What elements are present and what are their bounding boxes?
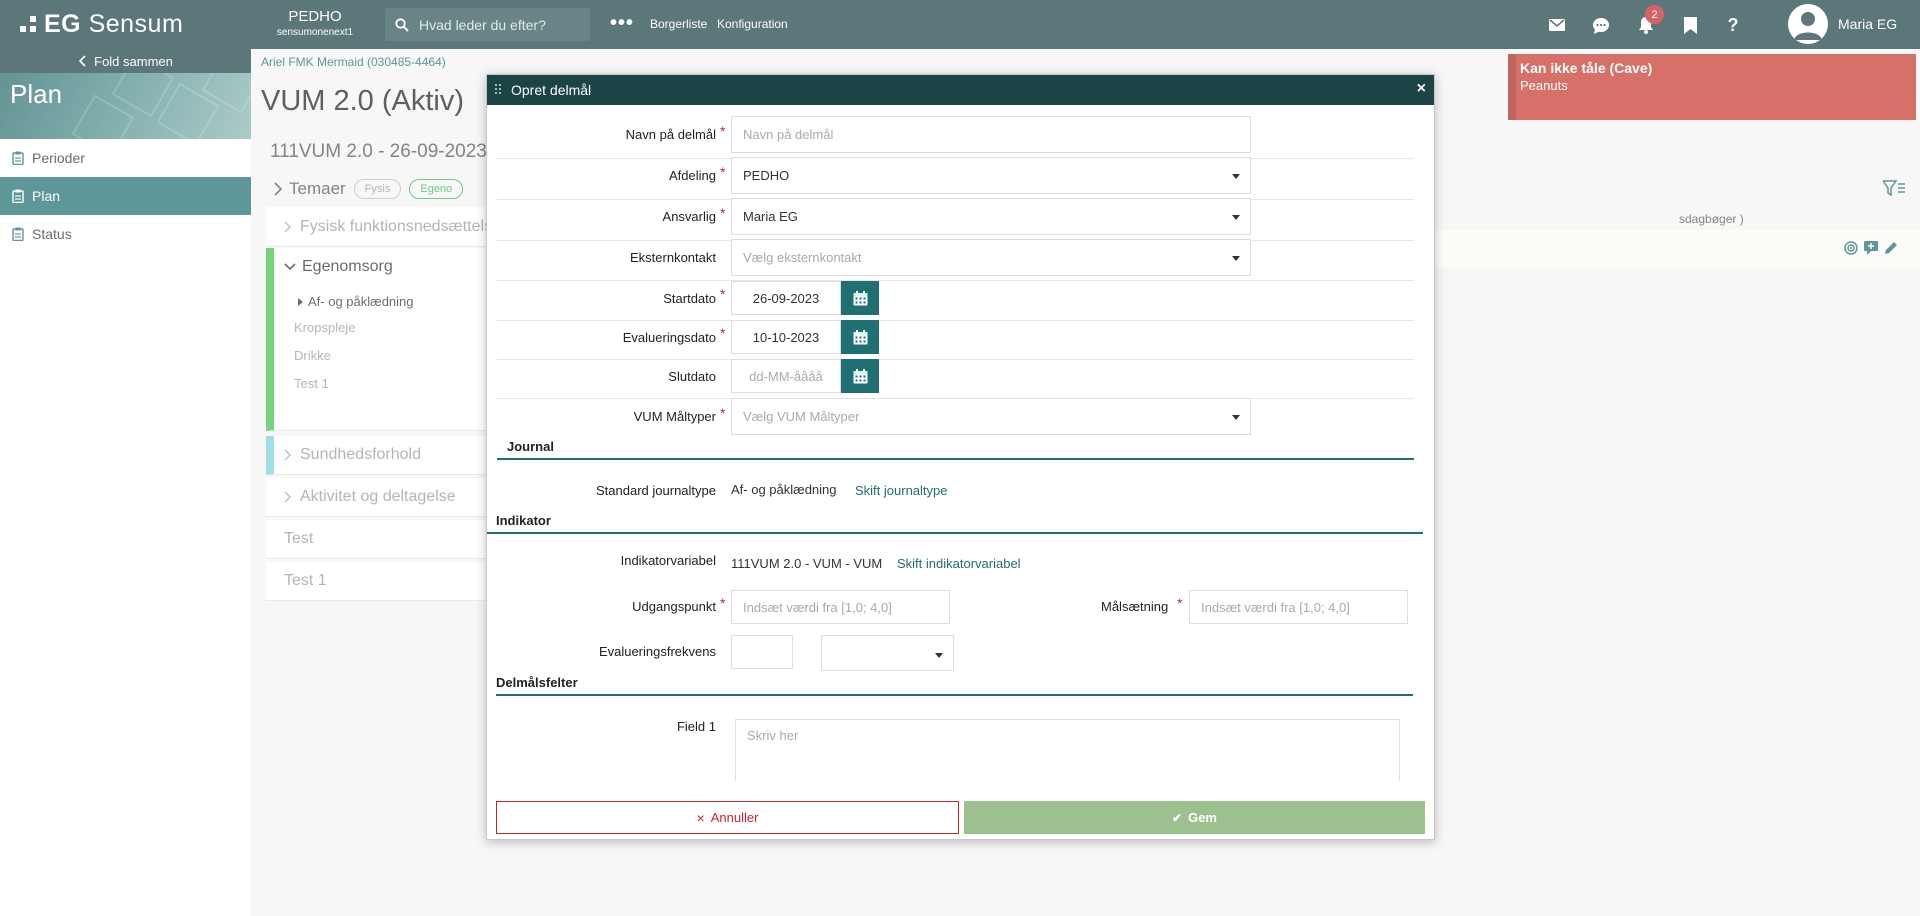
field-label: Standard journaltype bbox=[596, 483, 716, 498]
field-label: Udgangspunkt bbox=[632, 599, 716, 614]
cancel-label: Annuller bbox=[710, 810, 759, 825]
calendar-button[interactable] bbox=[841, 281, 879, 315]
field-label: Evalueringsdato bbox=[622, 330, 716, 345]
required-marker: * bbox=[720, 405, 726, 421]
responsible-select[interactable]: Maria EG bbox=[731, 198, 1251, 235]
caret-down-icon bbox=[1232, 256, 1240, 261]
required-marker: * bbox=[720, 205, 726, 221]
form-row: Slutdato dd-MM-åååå bbox=[487, 359, 1434, 393]
check-icon: ✔ bbox=[1172, 810, 1183, 825]
select-placeholder: Vælg eksternkontakt bbox=[743, 250, 862, 265]
indicator-variable-value: 111VUM 2.0 - VUM - VUM bbox=[731, 556, 883, 571]
required-marker: * bbox=[720, 595, 726, 611]
section-underline bbox=[497, 458, 1414, 460]
form-row: Ansvarlig * Maria EG bbox=[487, 198, 1434, 235]
dialog-title: Opret delmål bbox=[511, 82, 592, 98]
end-date-input[interactable]: dd-MM-åååå bbox=[731, 359, 841, 393]
select-value: PEDHO bbox=[743, 168, 790, 183]
create-subgoal-dialog: Opret delmål × Navn på delmål * Navn på … bbox=[486, 74, 1435, 840]
form-row: Afdeling * PEDHO bbox=[487, 157, 1434, 194]
caret-down-icon bbox=[935, 653, 943, 658]
field-label: Eksternkontakt bbox=[630, 250, 716, 265]
drag-handle-icon[interactable] bbox=[495, 83, 505, 97]
journal-section-title: Journal bbox=[507, 439, 554, 454]
field-label: Afdeling bbox=[669, 168, 716, 183]
select-value: Maria EG bbox=[743, 209, 798, 224]
start-date-input[interactable]: 26-09-2023 bbox=[731, 281, 841, 315]
field-label: Målsætning bbox=[1101, 599, 1169, 614]
close-icon: × bbox=[696, 809, 705, 826]
field-label: Indikatorvariabel bbox=[620, 553, 716, 568]
field-label: Ansvarlig bbox=[662, 209, 716, 224]
change-indicator-link[interactable]: Skift indikatorvariabel bbox=[897, 556, 1021, 571]
target-input[interactable]: Indsæt værdi fra [1,0; 4,0] bbox=[1189, 590, 1408, 624]
baseline-input[interactable]: Indsæt værdi fra [1,0; 4,0] bbox=[731, 590, 950, 624]
subgoal-name-input[interactable]: Navn på delmål bbox=[731, 116, 1251, 153]
field1-textarea[interactable]: Skriv her bbox=[735, 719, 1400, 781]
subgoal-fields-section-title: Delmålsfelter bbox=[496, 675, 578, 690]
dialog-body: Navn på delmål * Navn på delmål Afdeling… bbox=[487, 105, 1434, 781]
calendar-icon bbox=[853, 329, 867, 344]
required-marker: * bbox=[720, 164, 726, 180]
form-row: Startdato * 26-09-2023 bbox=[487, 281, 1434, 315]
caret-down-icon bbox=[1232, 215, 1240, 220]
calendar-icon bbox=[853, 368, 867, 383]
close-icon[interactable]: × bbox=[1417, 80, 1426, 98]
frequency-number-input[interactable] bbox=[731, 635, 793, 669]
journal-type-value: Af- og påklædning bbox=[731, 482, 837, 497]
form-row: Eksternkontakt Vælg eksternkontakt bbox=[487, 239, 1434, 276]
dialog-footer: × Annuller ✔ Gem bbox=[496, 801, 1425, 834]
form-row: Navn på delmål * Navn på delmål bbox=[487, 116, 1434, 153]
form-row: Evalueringsdato * 10-10-2023 bbox=[487, 320, 1434, 354]
field-label: Startdato bbox=[663, 291, 716, 306]
field-label: Field 1 bbox=[676, 719, 716, 734]
frequency-unit-select[interactable] bbox=[821, 635, 954, 671]
goal-types-select[interactable]: Vælg VUM Måltyper bbox=[731, 398, 1251, 435]
required-marker: * bbox=[1177, 595, 1183, 611]
calendar-button[interactable] bbox=[841, 359, 879, 393]
field-label: VUM Måltyper bbox=[633, 409, 716, 424]
calendar-button[interactable] bbox=[841, 320, 879, 354]
required-marker: * bbox=[720, 286, 726, 302]
save-label: Gem bbox=[1188, 810, 1217, 825]
form-row: VUM Måltyper * Vælg VUM Måltyper bbox=[487, 398, 1434, 435]
external-contact-select[interactable]: Vælg eksternkontakt bbox=[731, 239, 1251, 276]
field-label: Evalueringsfrekvens bbox=[598, 644, 716, 659]
required-marker: * bbox=[720, 325, 726, 341]
save-button[interactable]: ✔ Gem bbox=[964, 801, 1425, 834]
dialog-header[interactable]: Opret delmål × bbox=[487, 75, 1434, 105]
field-label: Slutdato bbox=[668, 369, 716, 384]
section-underline bbox=[487, 532, 1423, 534]
required-marker: * bbox=[720, 123, 726, 139]
caret-down-icon bbox=[1232, 174, 1240, 179]
change-journal-type-link[interactable]: Skift journaltype bbox=[855, 483, 948, 498]
caret-down-icon bbox=[1232, 415, 1240, 420]
department-select[interactable]: PEDHO bbox=[731, 157, 1251, 194]
field-label: Navn på delmål bbox=[625, 127, 716, 142]
calendar-icon bbox=[853, 290, 867, 305]
section-underline bbox=[496, 694, 1413, 696]
select-placeholder: Vælg VUM Måltyper bbox=[743, 409, 860, 424]
cancel-button[interactable]: × Annuller bbox=[496, 801, 959, 834]
evaluation-date-input[interactable]: 10-10-2023 bbox=[731, 320, 841, 354]
indicator-section-title: Indikator bbox=[496, 513, 551, 528]
